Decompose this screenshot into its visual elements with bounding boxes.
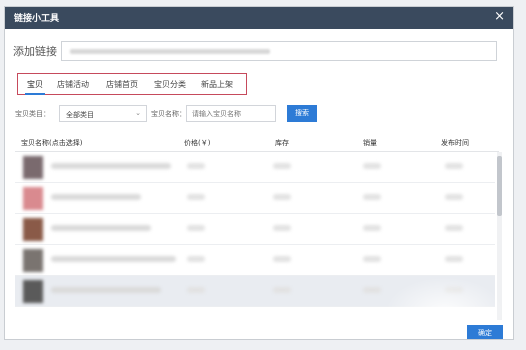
close-icon[interactable]: × <box>494 9 505 25</box>
time-blurred <box>445 194 463 200</box>
item-name-blurred <box>51 194 141 200</box>
stock-blurred <box>273 194 291 200</box>
item-name-blurred <box>51 163 171 169</box>
link-label: 添加链接 <box>13 45 57 58</box>
sales-blurred <box>363 163 381 169</box>
time-blurred <box>445 287 463 293</box>
header-sales: 销量 <box>363 139 377 147</box>
chevron-down-icon: ⌄ <box>135 109 141 117</box>
item-list <box>15 152 495 312</box>
link-input[interactable] <box>61 41 497 61</box>
price-blurred <box>187 194 205 200</box>
time-blurred <box>445 256 463 262</box>
link-input-blurred-value <box>70 49 270 54</box>
price-blurred <box>187 225 205 231</box>
scrollbar-thumb[interactable] <box>497 156 502 216</box>
item-name-blurred <box>51 225 151 231</box>
tab-item-category[interactable]: 宝贝分类 <box>154 79 186 90</box>
price-blurred <box>187 163 205 169</box>
table-row[interactable] <box>15 214 495 245</box>
stock-blurred <box>273 256 291 262</box>
table-row[interactable] <box>15 276 495 307</box>
tab-shop-activity[interactable]: 店铺活动 <box>57 79 89 90</box>
table-row[interactable] <box>15 183 495 214</box>
confirm-button[interactable]: 确定 <box>467 325 503 339</box>
name-label: 宝贝名称： <box>151 110 186 118</box>
header-stock: 库存 <box>275 139 289 147</box>
tab-new-arrivals[interactable]: 新品上架 <box>201 79 233 90</box>
sales-blurred <box>363 287 381 293</box>
search-button[interactable]: 搜索 <box>287 105 317 122</box>
table-row[interactable] <box>15 152 495 183</box>
item-thumbnail <box>23 249 43 272</box>
item-thumbnail <box>23 218 43 241</box>
stock-blurred <box>273 163 291 169</box>
dialog-titlebar: 链接小工具 × <box>5 7 513 29</box>
tab-item[interactable]: 宝贝 <box>25 79 45 95</box>
table-header: 宝贝名称(点击选择) 价格(￥) 库存 销量 发布时间 <box>15 135 499 152</box>
sales-blurred <box>363 194 381 200</box>
dialog-title: 链接小工具 <box>14 14 60 24</box>
item-thumbnail <box>23 280 43 303</box>
item-thumbnail <box>23 156 43 179</box>
tab-bar: 宝贝 店铺活动 店铺首页 宝贝分类 新品上架 <box>17 73 247 95</box>
header-publish-time: 发布时间 <box>441 139 469 147</box>
time-blurred <box>445 225 463 231</box>
item-name-blurred <box>51 287 161 293</box>
link-tool-dialog: 链接小工具 × 添加链接 宝贝 店铺活动 店铺首页 宝贝分类 新品上架 宝贝类目… <box>4 6 514 340</box>
tab-shop-home[interactable]: 店铺首页 <box>106 79 138 90</box>
stock-blurred <box>273 225 291 231</box>
category-label: 宝贝类目： <box>15 110 50 118</box>
time-blurred <box>445 163 463 169</box>
price-blurred <box>187 287 205 293</box>
item-thumbnail <box>23 187 43 210</box>
link-row: 添加链接 <box>13 41 499 61</box>
stock-blurred <box>273 287 291 293</box>
header-price: 价格(￥) <box>184 139 211 147</box>
table-row[interactable] <box>15 245 495 276</box>
category-select-value: 全部类目 <box>66 111 94 119</box>
category-select[interactable]: 全部类目 ⌄ <box>59 105 147 122</box>
name-search-input[interactable] <box>186 105 276 122</box>
sales-blurred <box>363 256 381 262</box>
price-blurred <box>187 256 205 262</box>
header-item-name: 宝贝名称(点击选择) <box>21 139 83 147</box>
item-name-blurred <box>51 256 176 262</box>
list-scrollbar[interactable] <box>497 152 502 320</box>
sales-blurred <box>363 225 381 231</box>
filter-row: 宝贝类目： 全部类目 ⌄ 宝贝名称： 搜索 <box>15 105 505 123</box>
